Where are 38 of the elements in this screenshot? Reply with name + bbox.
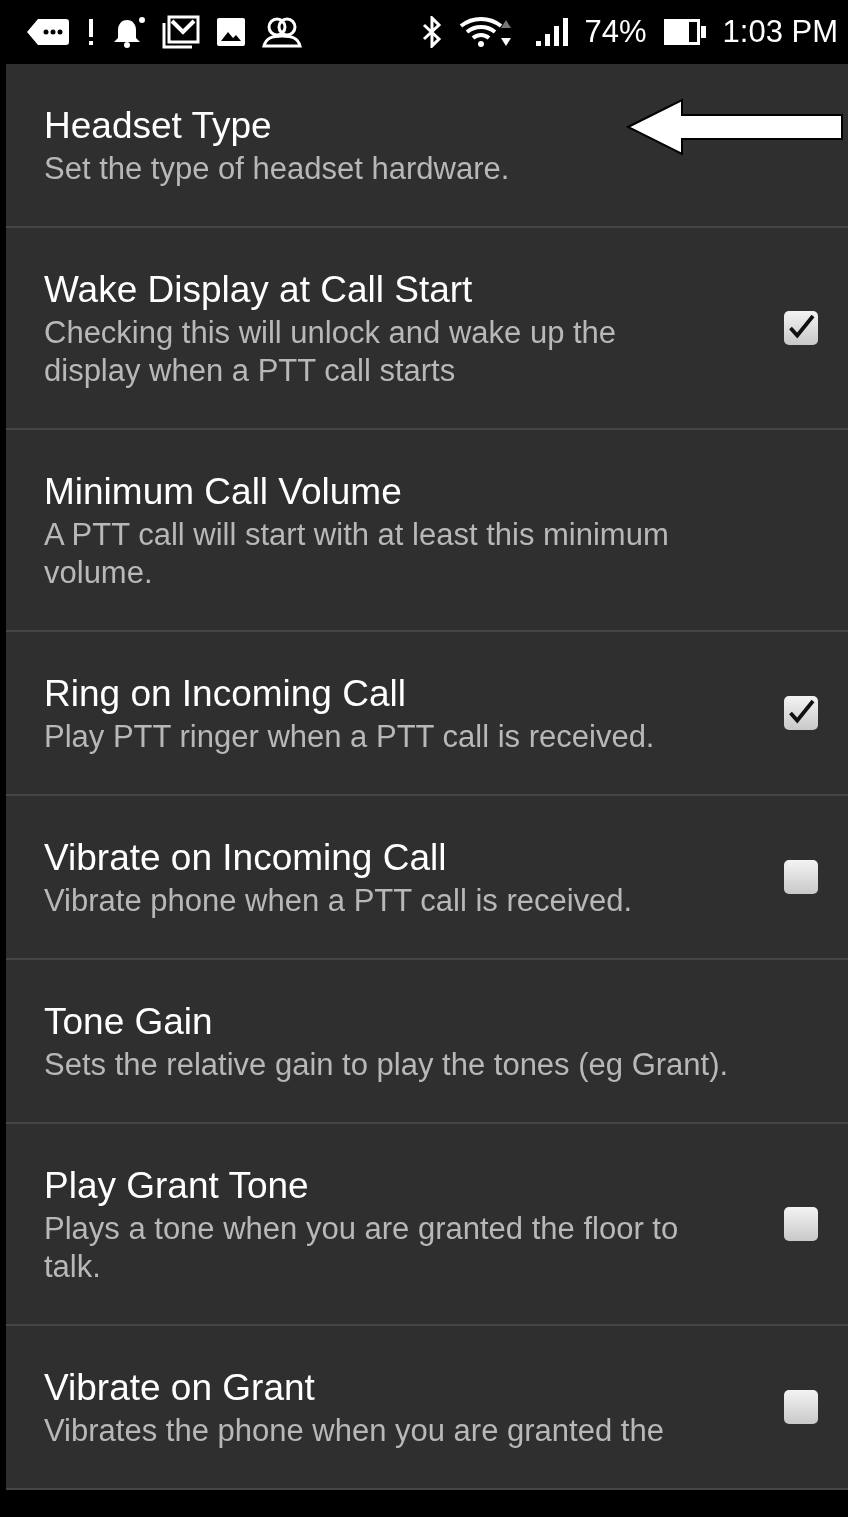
setting-summary: Vibrate phone when a PTT call is received. bbox=[44, 882, 634, 920]
setting-summary: Checking this will unlock and wake up the display when a PTT call starts bbox=[44, 314, 618, 390]
setting-item[interactable]: Wake Display at Call Start Checking this will unlock and wake up the display when a PTT call starts bbox=[6, 228, 848, 430]
setting-title: Tone Gain bbox=[44, 1000, 213, 1044]
setting-summary: Set the type of headset hardware. bbox=[44, 150, 511, 188]
checkbox[interactable] bbox=[784, 1207, 818, 1241]
setting-title: Play Grant Tone bbox=[44, 1164, 309, 1208]
setting-title: Headset Type bbox=[44, 104, 272, 148]
checkbox[interactable] bbox=[784, 1390, 818, 1424]
setting-item[interactable]: Vibrate on Incoming Call Vibrate phone when a PTT call is received. bbox=[6, 796, 848, 960]
setting-item[interactable]: Ring on Incoming Call Play PTT ringer when a PTT call is received. bbox=[6, 632, 848, 796]
clock-time: 1:03 PM bbox=[722, 14, 838, 50]
setting-summary: Vibrates the phone when you are granted the bbox=[44, 1412, 665, 1450]
setting-title: Vibrate on Incoming Call bbox=[44, 836, 447, 880]
setting-item[interactable]: Headset Type Set the type of headset hardware. bbox=[6, 64, 848, 228]
alert-icon bbox=[86, 17, 96, 47]
setting-item[interactable]: Tone Gain Sets the relative gain to play the tones (eg Grant). bbox=[6, 960, 848, 1124]
setting-summary: Plays a tone when you are granted the floor to talk. bbox=[44, 1210, 680, 1286]
people-icon bbox=[262, 16, 302, 48]
mail-icon bbox=[162, 15, 200, 49]
setting-item[interactable]: Minimum Call Volume A PTT call will start with at least this minimum volume. bbox=[6, 430, 848, 632]
setting-item[interactable]: Vibrate on Grant Vibrates the phone when you are granted the bbox=[6, 1326, 848, 1490]
setting-summary: Sets the relative gain to play the tones (eg Grant). bbox=[44, 1046, 730, 1084]
battery-icon bbox=[662, 17, 707, 47]
setting-summary: A PTT call will start with at least this minimum volume. bbox=[44, 516, 670, 592]
image-icon bbox=[216, 17, 246, 47]
setting-title: Vibrate on Grant bbox=[44, 1366, 315, 1410]
setting-title: Wake Display at Call Start bbox=[44, 268, 473, 312]
setting-item[interactable]: Play Grant Tone Plays a tone when you are granted the floor to talk. bbox=[6, 1124, 848, 1326]
setting-title: Minimum Call Volume bbox=[44, 470, 402, 514]
bell-icon bbox=[112, 16, 146, 48]
bluetooth-icon bbox=[420, 16, 443, 48]
signal-icon bbox=[534, 16, 569, 48]
battery-percent: 74% bbox=[584, 14, 647, 50]
message-icon bbox=[26, 17, 70, 47]
setting-summary: Play PTT ringer when a PTT call is received. bbox=[44, 718, 656, 756]
setting-title: Ring on Incoming Call bbox=[44, 672, 406, 716]
checkbox[interactable] bbox=[784, 860, 818, 894]
